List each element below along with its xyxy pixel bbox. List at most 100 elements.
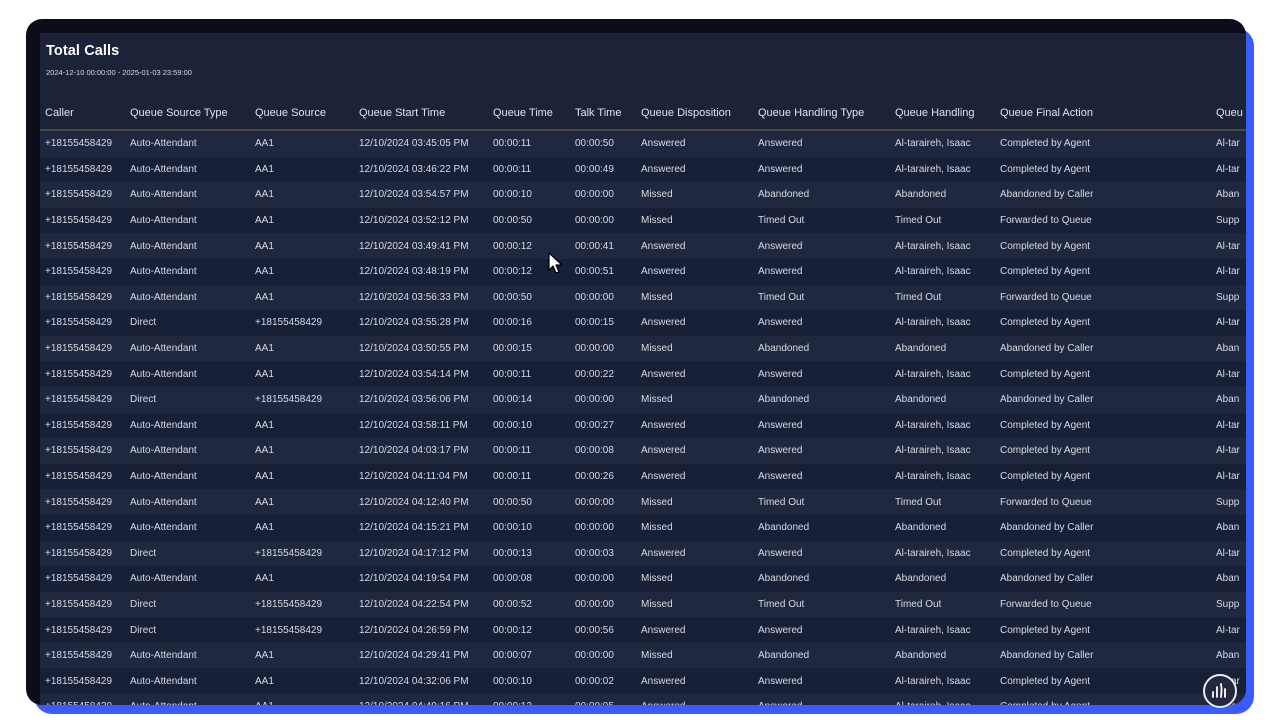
table-cell: Answered (753, 233, 890, 259)
table-row[interactable]: +18155458429Auto-AttendantAA112/10/2024 … (40, 207, 1246, 234)
table-cell: Answered (636, 361, 753, 387)
column-header[interactable]: Queue Time (488, 97, 570, 131)
table-cell: 00:00:10 (488, 182, 570, 208)
calls-table-container[interactable]: Caller Queue Source Type Queue Source Queue… (40, 97, 1246, 705)
table-cell: Missed (636, 207, 753, 234)
table-cell: 00:00:41 (570, 233, 636, 259)
table-cell: Al-tar (1211, 412, 1246, 439)
table-cell: Abandoned by Caller (995, 642, 1211, 669)
table-cell: Forwarded to Queue (995, 284, 1211, 311)
table-row[interactable]: +18155458429Auto-AttendantAA112/10/2024 … (40, 361, 1246, 387)
table-row[interactable]: +18155458429Auto-AttendantAA112/10/2024 … (40, 463, 1246, 490)
table-cell: 00:00:00 (570, 335, 636, 362)
table-cell: 00:00:50 (488, 284, 570, 311)
column-header[interactable]: Queue Handling (890, 97, 995, 131)
table-row[interactable]: +18155458429Auto-AttendantAA112/10/2024 … (40, 156, 1246, 183)
table-cell: +18155458429 (40, 489, 125, 515)
column-header[interactable]: Queue Source Type (125, 97, 250, 131)
table-cell: 12/10/2024 03:55:28 PM (354, 310, 488, 336)
table-cell: 12/10/2024 04:12:40 PM (354, 489, 488, 515)
table-cell: AA1 (250, 566, 354, 592)
table-row[interactable]: +18155458429Auto-AttendantAA112/10/2024 … (40, 694, 1246, 705)
table-cell: Al-taraireh, Isaac (890, 310, 995, 336)
table-cell: 00:00:56 (570, 617, 636, 643)
table-cell: 00:00:49 (570, 156, 636, 183)
table-cell: 00:00:03 (570, 540, 636, 567)
table-cell: +18155458429 (40, 130, 125, 157)
table-cell: Supp (1211, 591, 1246, 618)
table-row[interactable]: +18155458429 Direct +18155458429 12/10/2024… (40, 617, 1246, 643)
table-cell: Abandoned by Caller (995, 335, 1211, 362)
table-row[interactable]: +18155458429Auto-AttendantAA112/10/2024 … (40, 335, 1246, 362)
table-row[interactable]: +18155458429Auto-AttendantAA112/10/2024 … (40, 438, 1246, 464)
table-cell: Forwarded to Queue (995, 207, 1211, 234)
table-row[interactable]: +18155458429Auto-AttendantAA112/10/2024 … (40, 284, 1246, 311)
table-row[interactable]: +18155458429Auto-AttendantAA112/10/2024 … (40, 412, 1246, 439)
table-cell: Auto-Attendant (125, 233, 250, 259)
table-cell: Supp (1211, 489, 1246, 515)
table-cell: AA1 (250, 207, 354, 234)
table-cell: AA1 (250, 668, 354, 695)
table-cell: Al-taraireh, Isaac (890, 258, 995, 285)
table-row[interactable]: +18155458429 Direct +18155458429 12/10/2024… (40, 310, 1246, 336)
table-row[interactable]: +18155458429Auto-AttendantAA112/10/2024 … (40, 182, 1246, 208)
table-cell: Completed by Agent (995, 463, 1211, 490)
table-cell: Auto-Attendant (125, 182, 250, 208)
calls-table: Caller Queue Source Type Queue Source Queue… (40, 97, 1246, 705)
table-cell: Auto-Attendant (125, 489, 250, 515)
table-row[interactable]: +18155458429Auto-AttendantAA112/10/2024 … (40, 566, 1246, 592)
table-cell: Abandoned (753, 642, 890, 669)
column-header[interactable]: Queu (1211, 97, 1246, 131)
column-header[interactable]: Talk Time (570, 97, 636, 131)
table-cell: 12/10/2024 03:48:19 PM (354, 258, 488, 285)
table-row[interactable]: +18155458429 Direct +18155458429 12/10/2024… (40, 386, 1246, 413)
table-row[interactable]: +18155458429Auto-AttendantAA112/10/2024 … (40, 514, 1246, 541)
table-row[interactable]: +18155458429Auto-AttendantAA112/10/2024 … (40, 668, 1246, 695)
table-cell: +18155458429 (40, 412, 125, 439)
table-cell: +18155458429 (40, 361, 125, 387)
column-header[interactable]: Queue Final Action (995, 97, 1211, 131)
column-header[interactable]: Queue Start Time (354, 97, 488, 131)
table-cell: Al-taraireh, Isaac (890, 694, 995, 705)
table-cell: AA1 (250, 284, 354, 311)
table-cell: 00:00:16 (488, 310, 570, 336)
table-cell: +18155458429 (40, 463, 125, 490)
table-cell: Completed by Agent (995, 233, 1211, 259)
column-header[interactable]: Caller (40, 97, 125, 131)
table-row[interactable]: +18155458429Auto-AttendantAA112/10/2024 … (40, 489, 1246, 515)
table-cell: Auto-Attendant (125, 463, 250, 490)
table-cell: Answered (636, 668, 753, 695)
column-header[interactable]: Queue Disposition (636, 97, 753, 131)
table-cell: Abandoned (890, 182, 995, 208)
table-cell: Completed by Agent (995, 258, 1211, 285)
table-row[interactable]: +18155458429 Direct +18155458429 12/10/2024… (40, 540, 1246, 567)
table-cell: Answered (636, 130, 753, 157)
column-header[interactable]: Queue Handling Type (753, 97, 890, 131)
table-row[interactable]: +18155458429Auto-AttendantAA112/10/2024 … (40, 642, 1246, 669)
table-cell: Missed (636, 514, 753, 541)
table-cell: Al-taraireh, Isaac (890, 156, 995, 183)
column-header[interactable]: Queue Source (250, 97, 354, 131)
table-cell: Al-taraireh, Isaac (890, 412, 995, 439)
table-cell: 00:00:00 (570, 514, 636, 541)
table-cell: Auto-Attendant (125, 412, 250, 439)
table-cell: Direct (125, 310, 250, 336)
table-cell: AA1 (250, 233, 354, 259)
table-row[interactable]: +18155458429 Direct +18155458429 12/10/2024… (40, 591, 1246, 618)
table-cell: Al-tar (1211, 156, 1246, 183)
table-cell: Auto-Attendant (125, 566, 250, 592)
table-cell: 12/10/2024 03:56:06 PM (354, 386, 488, 413)
table-cell: Answered (753, 361, 890, 387)
table-cell: 12/10/2024 04:40:16 PM (354, 694, 488, 705)
table-row[interactable]: +18155458429Auto-AttendantAA112/10/2024 … (40, 130, 1246, 157)
table-cell: 00:00:07 (488, 642, 570, 669)
table-row[interactable]: +18155458429Auto-AttendantAA112/10/2024 … (40, 258, 1246, 285)
table-row[interactable]: +18155458429Auto-AttendantAA112/10/2024 … (40, 233, 1246, 259)
table-cell: Al-taraireh, Isaac (890, 617, 995, 643)
table-cell: Missed (636, 284, 753, 311)
table-cell: AA1 (250, 694, 354, 705)
table-cell: Completed by Agent (995, 540, 1211, 567)
assistant-button[interactable] (1203, 674, 1237, 708)
table-cell: 00:00:12 (488, 694, 570, 705)
table-cell: 00:00:50 (570, 130, 636, 157)
